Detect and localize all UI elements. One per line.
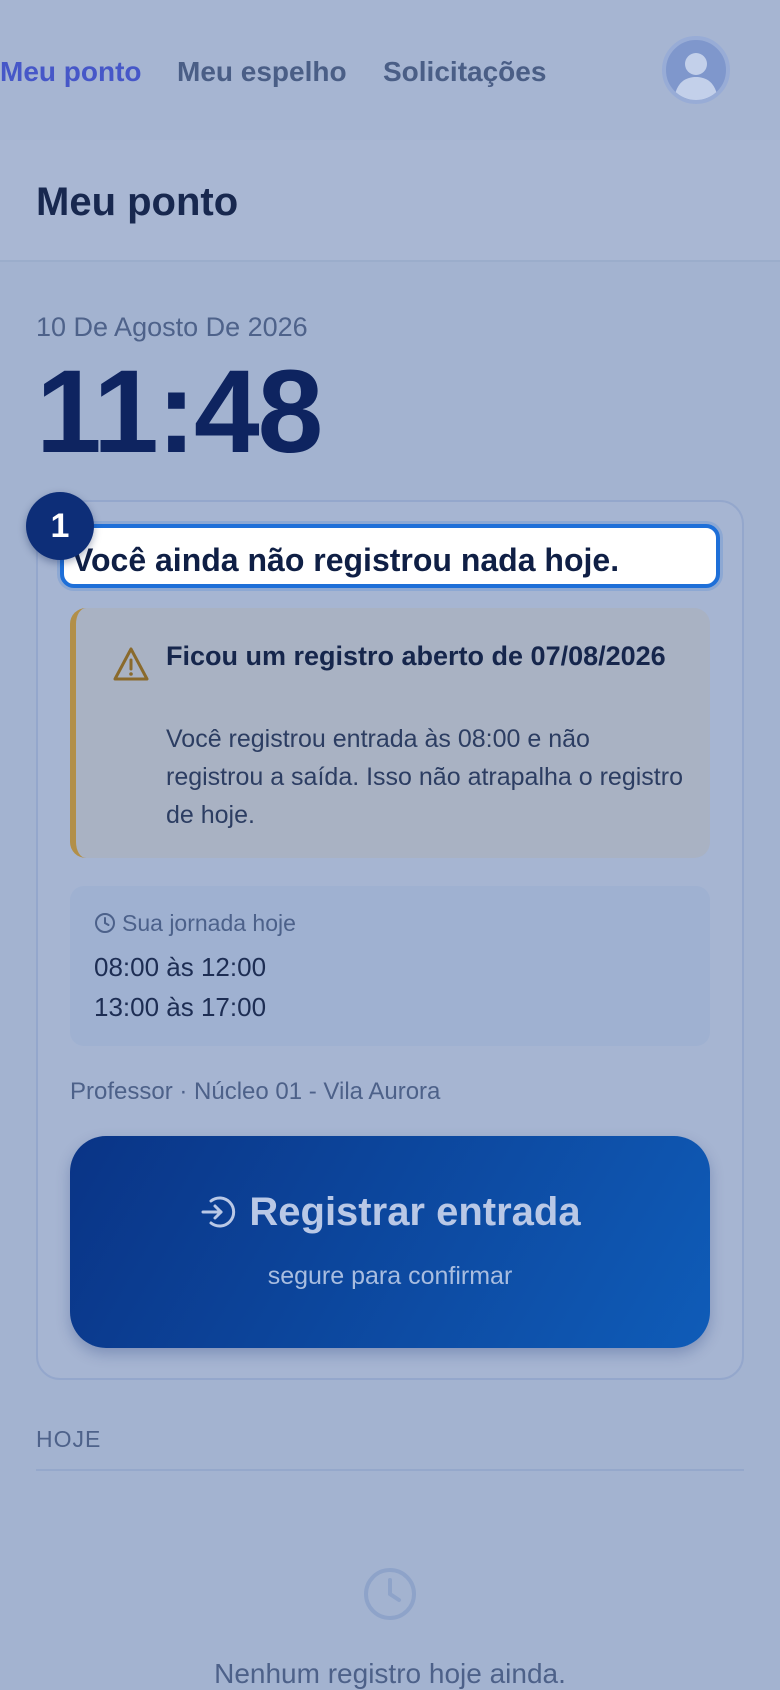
- journey-panel: Sua jornada hoje 08:00 às 12:00 13:00 às…: [70, 886, 710, 1046]
- warning-triangle-icon: [113, 647, 149, 681]
- nav-tab-meu-espelho[interactable]: Meu espelho: [177, 56, 347, 88]
- top-navigation: Meu ponto Meu espelho Solicitações: [0, 0, 780, 140]
- current-date: 10 De Agosto De 2026: [36, 312, 308, 342]
- status-message: Você ainda não registrou nada hoje.: [60, 524, 720, 588]
- current-time: 11:48: [36, 346, 323, 478]
- role-location: Professor · Núcleo 01 - Vila Aurora: [70, 1078, 441, 1105]
- user-avatar-icon[interactable]: [662, 36, 730, 104]
- shift-2: 13:00 às 17:00: [94, 992, 267, 1022]
- page-title: Meu ponto: [36, 180, 239, 224]
- today-section-label: HOJE: [36, 1426, 102, 1452]
- clock-icon: [364, 1568, 416, 1620]
- today-divider: [36, 1469, 744, 1471]
- warning-body: Você registrou entrada às 08:00 e não re…: [166, 725, 683, 829]
- nav-tab-solicitacoes[interactable]: Solicitações: [383, 56, 546, 88]
- journey-label: Sua jornada hoje: [94, 910, 296, 937]
- nav-tab-meu-ponto[interactable]: Meu ponto: [0, 56, 142, 88]
- empty-state-message: Nenhum registro hoje ainda.: [214, 1658, 566, 1689]
- step-badge: 1: [26, 492, 94, 560]
- avatar-silhouette: [674, 53, 718, 100]
- shift-1: 08:00 às 12:00: [94, 952, 267, 982]
- register-entry-sublabel: segure para confirmar: [267, 1262, 513, 1290]
- clock-icon: [95, 913, 115, 933]
- warning-title: Ficou um registro aberto de 07/08/2026: [166, 641, 666, 671]
- register-entry-label: Registrar entrada: [70, 1190, 710, 1235]
- page-header: Meu ponto: [0, 140, 780, 262]
- open-record-warning: Ficou um registro aberto de 07/08/2026 V…: [70, 608, 710, 858]
- login-arrow-icon: [201, 1196, 236, 1228]
- journey-label-text: Sua jornada hoje: [122, 910, 296, 936]
- register-entry-button[interactable]: Registrar entrada segure para confirmar: [70, 1136, 710, 1348]
- register-entry-text: Registrar entrada: [249, 1190, 581, 1234]
